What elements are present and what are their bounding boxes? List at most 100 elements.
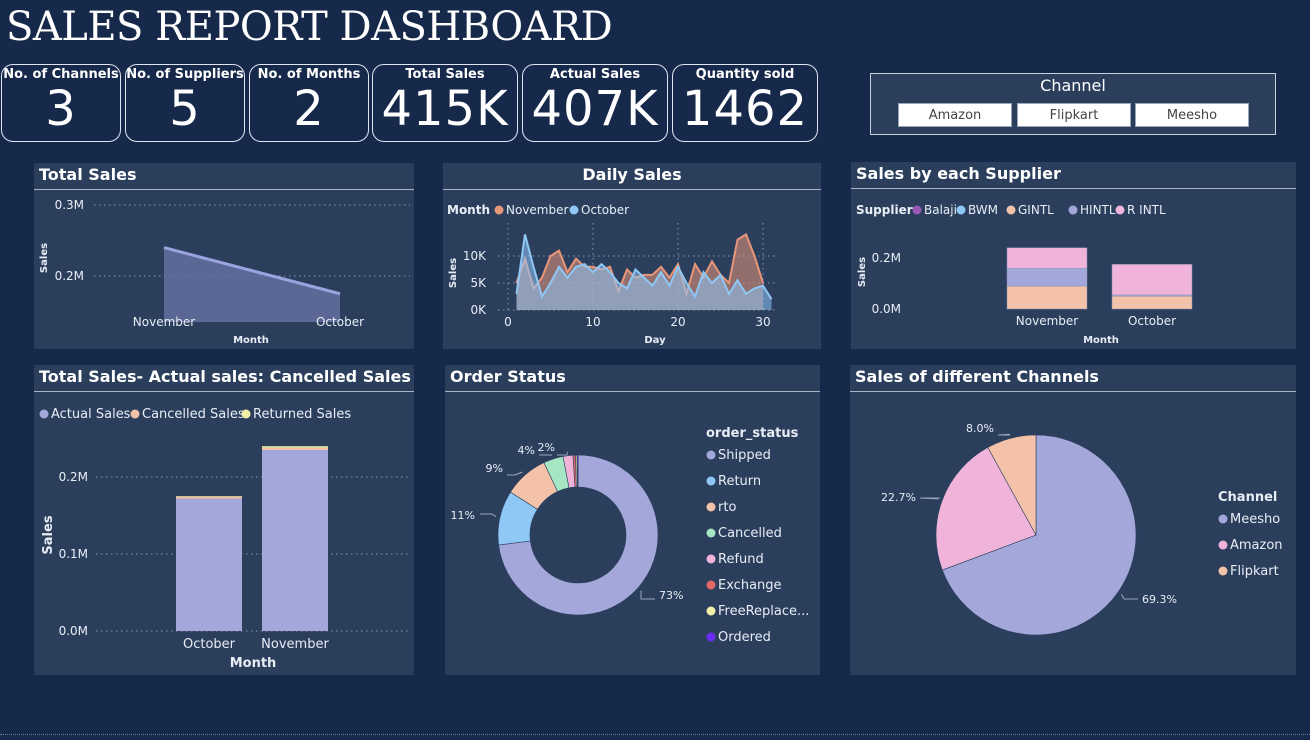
x-axis-label: Month — [1083, 335, 1119, 346]
bar-segment-r-intl — [1111, 264, 1193, 296]
kpi-value: 3 — [45, 81, 77, 137]
x-tick-label: 30 — [755, 315, 770, 329]
bar-segment-gintl — [1006, 285, 1088, 310]
legend-label: October — [581, 203, 629, 217]
legend-label: R INTL — [1127, 203, 1166, 217]
x-tick-label: 20 — [670, 315, 685, 329]
kpi-value: 5 — [169, 81, 201, 137]
legend-marker — [706, 554, 716, 564]
legend-marker — [1006, 205, 1016, 215]
legend-label: Exchange — [718, 578, 782, 593]
legend-label: Cancelled — [718, 526, 782, 541]
legend-marker — [130, 409, 140, 419]
legend-marker — [706, 632, 716, 642]
legend-marker — [39, 409, 49, 419]
data-label: 9% — [486, 462, 503, 475]
order-status-panel: Order Status 73% 11% 9% 4% 2% order_status Shi… — [445, 365, 820, 675]
kpi-value: 415K — [381, 81, 509, 137]
kpi-label: No. of Suppliers — [126, 67, 244, 82]
cancelled-sales-panel: Total Sales- Actual sales: Cancelled Sal… — [34, 365, 414, 675]
total-sales-chart: 0.2M 0.3M November October Month Sales — [39, 198, 410, 346]
channel-sales-panel: Sales of different Channels 69.3% 22.7% 8.… — [850, 365, 1296, 675]
kpi-card-quantity: Quantity sold 1462 — [672, 64, 818, 142]
legend-marker — [1218, 566, 1228, 576]
data-label: 2% — [538, 441, 555, 454]
leader-line — [507, 471, 523, 476]
data-label: 4% — [518, 444, 535, 457]
kpi-card-channels: No. of Channels 3 — [1, 64, 121, 142]
legend-marker — [912, 205, 922, 215]
kpi-value: 407K — [531, 81, 659, 137]
daily-sales-chart: Month November October 0K 5K 10K 0 10 20 30 Day Sal… — [447, 203, 777, 346]
legend-label: Balaji — [924, 203, 957, 217]
x-tick-label: October — [316, 315, 364, 329]
legend-label: Shipped — [718, 448, 771, 463]
legend-label: Ordered — [718, 630, 771, 645]
leader-line — [557, 451, 568, 456]
legend-marker — [494, 205, 504, 215]
slicer-option-meesho[interactable]: Meesho — [1135, 103, 1249, 127]
y-tick-label: 0.2M — [55, 269, 84, 283]
leader-line — [640, 590, 655, 600]
legend-label: rto — [718, 500, 736, 515]
data-label: 8.0% — [966, 422, 994, 435]
cancelled-sales-chart: Actual Sales Cancelled Sales Returned Sale… — [39, 407, 410, 671]
legend-marker — [569, 205, 579, 215]
kpi-card-actual-sales: Actual Sales 407K — [522, 64, 668, 142]
kpi-label: No. of Months — [257, 67, 361, 82]
supplier-sales-panel: Sales by each Supplier Supplier Balaji BWM… — [851, 162, 1296, 349]
legend-marker — [956, 205, 966, 215]
order-status-chart: 73% 11% 9% 4% 2% order_status Shipped Return rto… — [451, 426, 810, 645]
legend-title: Supplier — [856, 203, 913, 217]
x-axis-label: Month — [230, 656, 277, 671]
x-axis-label: Day — [644, 335, 666, 346]
legend-marker — [1218, 514, 1228, 524]
bar-segment-r-intl — [1006, 247, 1088, 269]
legend-label: November — [506, 203, 568, 217]
legend-marker — [706, 528, 716, 538]
data-label: 73% — [659, 589, 683, 602]
legend-marker — [706, 450, 716, 460]
x-tick-label: November — [1016, 314, 1078, 328]
x-tick-label: 0 — [504, 315, 512, 329]
legend-marker — [706, 502, 716, 512]
legend-title: Month — [447, 203, 490, 217]
legend-label: HINTL — [1080, 203, 1116, 217]
leader-line — [919, 497, 940, 500]
kpi-value: 2 — [293, 81, 325, 137]
kpi-card-suppliers: No. of Suppliers 5 — [125, 64, 245, 142]
y-tick-label: 0.3M — [55, 198, 84, 212]
slicer-option-amazon[interactable]: Amazon — [898, 103, 1012, 127]
kpi-card-months: No. of Months 2 — [249, 64, 369, 142]
slice-ordered — [576, 454, 579, 488]
legend-marker — [1218, 540, 1228, 550]
x-tick-label: November — [133, 315, 195, 329]
kpi-label: Total Sales — [405, 67, 485, 82]
bar-segment-gintl — [1111, 296, 1193, 310]
y-tick-label: 0.1M — [59, 547, 88, 561]
kpi-card-total-sales: Total Sales 415K — [372, 64, 518, 142]
slicer-option-flipkart[interactable]: Flipkart — [1017, 103, 1131, 127]
legend-label: FreeReplace... — [718, 604, 809, 619]
legend-marker — [1068, 205, 1078, 215]
legend-label: Actual Sales — [51, 407, 131, 422]
slicer-title: Channel — [1040, 76, 1106, 95]
legend-marker — [241, 409, 251, 419]
x-tick-label: October — [1128, 314, 1176, 328]
y-tick-label: 0.2M — [59, 470, 88, 484]
bar-segment-hintl — [1006, 267, 1088, 287]
x-tick-label: October — [183, 637, 236, 652]
data-label: 11% — [451, 509, 475, 522]
kpi-label: No. of Channels — [3, 67, 119, 82]
legend-label: Refund — [718, 552, 764, 567]
legend-label: GINTL — [1018, 203, 1054, 217]
bar-segment-actual-sales — [176, 498, 242, 631]
leader-line — [997, 433, 1011, 436]
legend-marker — [706, 606, 716, 616]
kpi-value: 1462 — [681, 81, 809, 137]
legend-label: Return — [718, 474, 761, 489]
supplier-sales-chart: Supplier Balaji BWM GINTL HINTL R INTL 0.0M 0.2… — [856, 203, 1193, 346]
y-axis-label: Sales — [448, 258, 459, 288]
bar-segment-cancelled-sales — [262, 447, 328, 451]
y-tick-label: 0K — [470, 303, 487, 317]
